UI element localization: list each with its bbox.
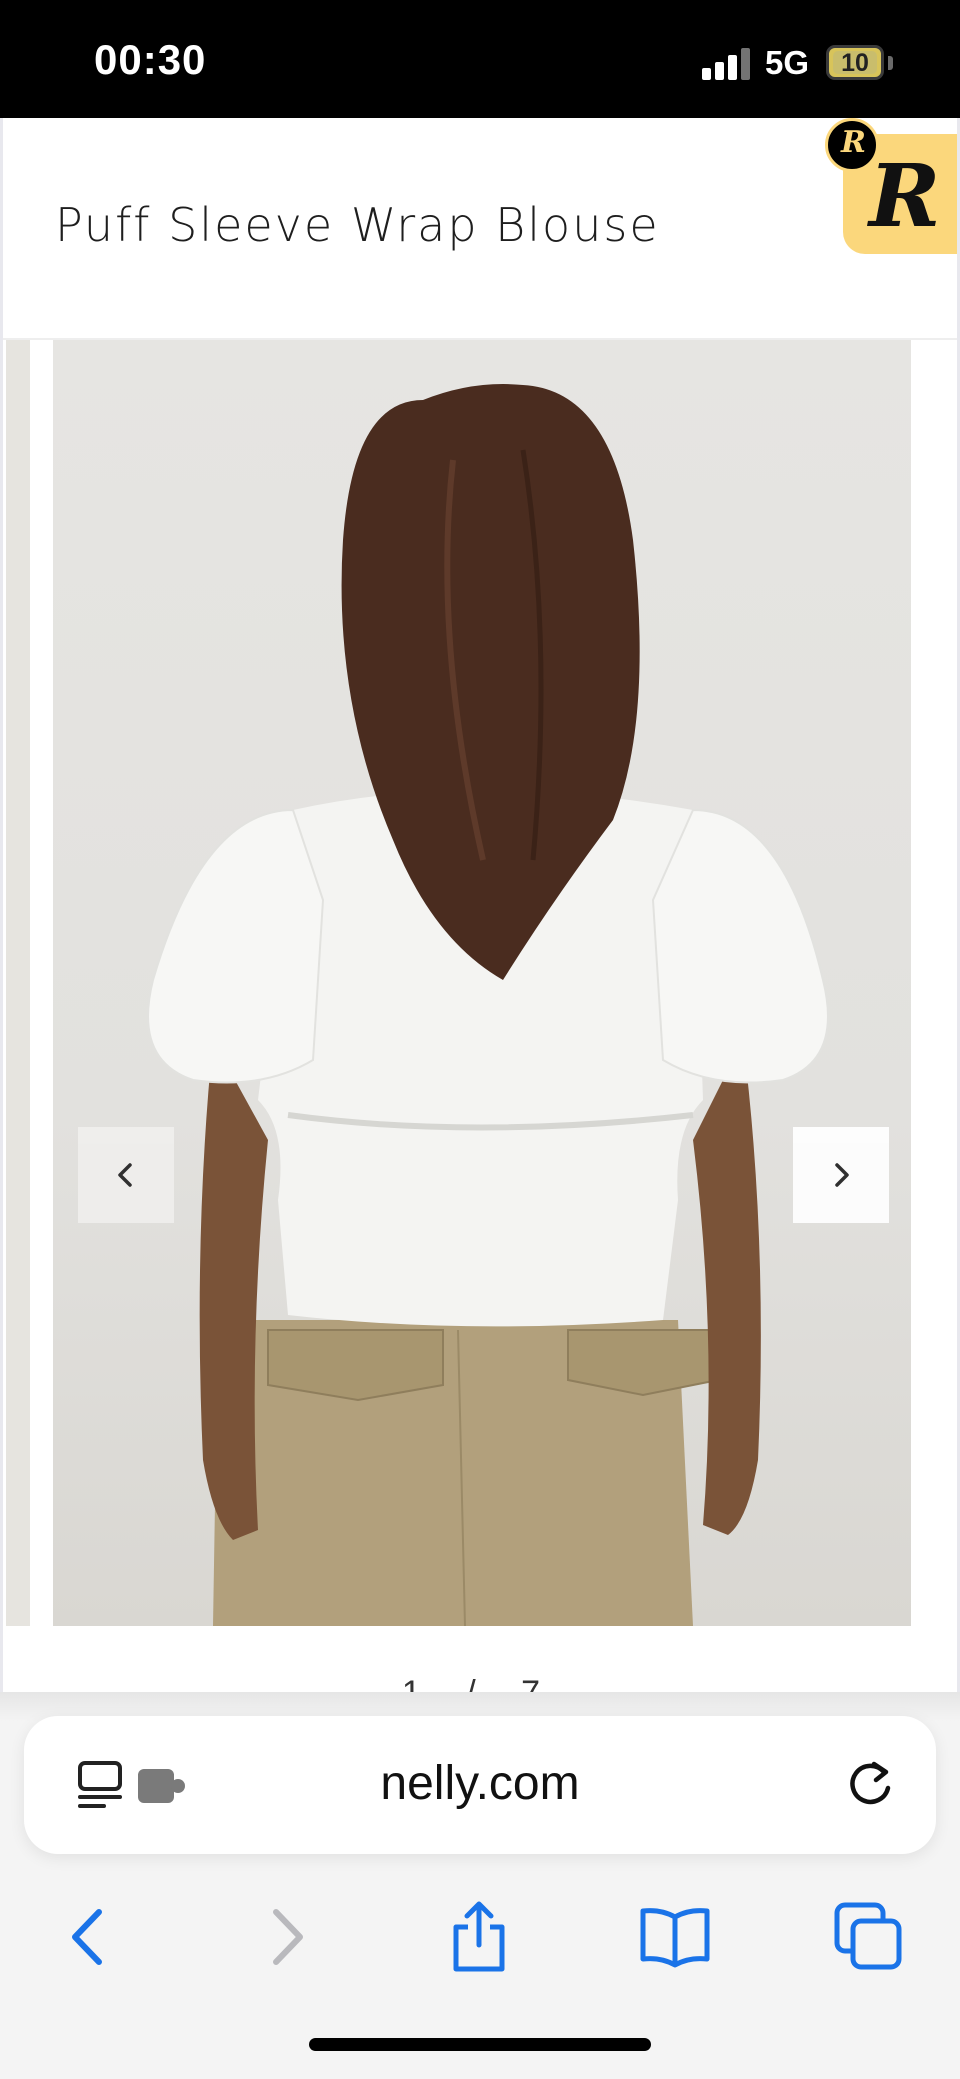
tabs-icon (834, 1902, 902, 1970)
signal-icon (702, 48, 752, 80)
network-type: 5G (765, 44, 810, 81)
back-button[interactable] (42, 1892, 132, 1982)
chevron-right-icon (835, 1163, 849, 1187)
previous-image-peek[interactable] (6, 340, 30, 1626)
browser-chrome: nelly.com (0, 1692, 960, 2079)
gallery-next-button[interactable] (793, 1127, 889, 1223)
status-time: 00:30 (94, 36, 207, 83)
chevron-left-icon (118, 1163, 132, 1187)
back-icon (72, 1909, 102, 1965)
address-bar[interactable]: nelly.com (24, 1716, 936, 1854)
battery-level: 10 (841, 49, 869, 77)
image-counter: 1 / 7 (3, 1674, 957, 1692)
forward-button[interactable] (243, 1892, 333, 1982)
product-image-gallery[interactable] (53, 340, 911, 1626)
bookmarks-button[interactable] (630, 1892, 720, 1982)
badge-mini-logo-icon[interactable]: R (825, 118, 879, 172)
url-text[interactable]: nelly.com (24, 1756, 936, 1811)
gallery-prev-button[interactable] (78, 1127, 174, 1223)
bookmarks-icon (640, 1908, 710, 1968)
status-bar: 00:30 5G 10 (0, 0, 960, 118)
home-indicator[interactable] (309, 2038, 651, 2051)
battery-cap (888, 56, 893, 70)
product-title: Puff Sleeve Wrap Blouse (55, 198, 660, 252)
badge-logo-icon: R (869, 146, 941, 247)
browser-toolbar (0, 1892, 960, 1992)
product-photo (147, 384, 829, 1626)
reload-icon[interactable] (844, 1758, 896, 1810)
share-icon (453, 1901, 505, 1972)
forward-icon (273, 1909, 303, 1965)
share-button[interactable] (434, 1892, 524, 1982)
tabs-button[interactable] (824, 1892, 914, 1982)
web-page: Puff Sleeve Wrap Blouse R R (0, 118, 960, 1692)
battery-icon: 10 (826, 45, 884, 80)
